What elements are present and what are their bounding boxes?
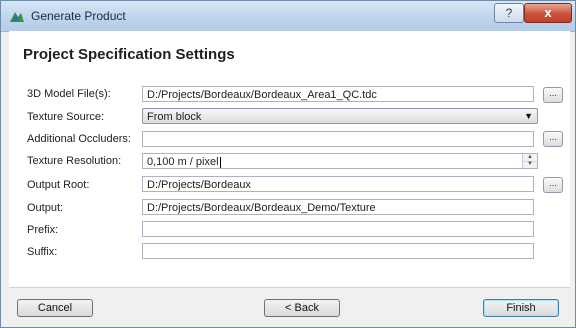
additional-occluders-label: Additional Occluders: [27, 133, 131, 145]
wizard-page: Project Specification Settings 3D Model … [9, 31, 570, 287]
generate-product-dialog: Generate Product ? x Project Specificati… [0, 0, 576, 328]
spin-down-icon[interactable]: ▼ [523, 161, 537, 168]
texture-source-label: Texture Source: [27, 111, 105, 123]
texture-resolution-spinbox[interactable]: 0,100 m / pixel ▲ ▼ [142, 153, 538, 169]
spin-buttons: ▲ ▼ [522, 154, 537, 168]
footer-separator [9, 287, 570, 288]
model-files-browse-button[interactable]: ... [543, 87, 563, 103]
additional-occluders-browse-button[interactable]: ... [543, 131, 563, 147]
app-icon [10, 12, 24, 22]
cancel-button[interactable]: Cancel [17, 299, 93, 317]
texture-resolution-label: Texture Resolution: [27, 155, 122, 167]
texture-source-value: From block [147, 111, 202, 123]
texture-resolution-value: 0,100 m / pixel [147, 156, 219, 168]
window-title: Generate Product [31, 9, 126, 23]
prefix-input[interactable] [142, 221, 534, 237]
additional-occluders-input[interactable] [142, 131, 534, 147]
output-root-label: Output Root: [27, 179, 90, 191]
model-files-label: 3D Model File(s): [27, 88, 111, 100]
suffix-label: Suffix: [27, 246, 58, 258]
page-title: Project Specification Settings [23, 46, 235, 63]
finish-button[interactable]: Finish [483, 299, 559, 317]
model-files-input[interactable]: D:/Projects/Bordeaux/Bordeaux_Area1_QC.t… [142, 86, 534, 102]
dropdown-arrow-icon[interactable]: ▼ [524, 109, 533, 124]
suffix-input[interactable] [142, 243, 534, 259]
output-root-input[interactable]: D:/Projects/Bordeaux [142, 176, 534, 192]
output-root-browse-button[interactable]: ... [543, 177, 563, 193]
output-input[interactable]: D:/Projects/Bordeaux/Bordeaux_Demo/Textu… [142, 199, 534, 215]
texture-source-select[interactable]: From block ▼ [142, 108, 538, 124]
close-button[interactable]: x [524, 3, 572, 23]
title-bar[interactable]: Generate Product ? x [1, 1, 575, 32]
prefix-label: Prefix: [27, 224, 59, 236]
text-caret [219, 156, 221, 168]
back-button[interactable]: < Back [264, 299, 340, 317]
output-label: Output: [27, 202, 64, 214]
help-button[interactable]: ? [494, 3, 524, 23]
